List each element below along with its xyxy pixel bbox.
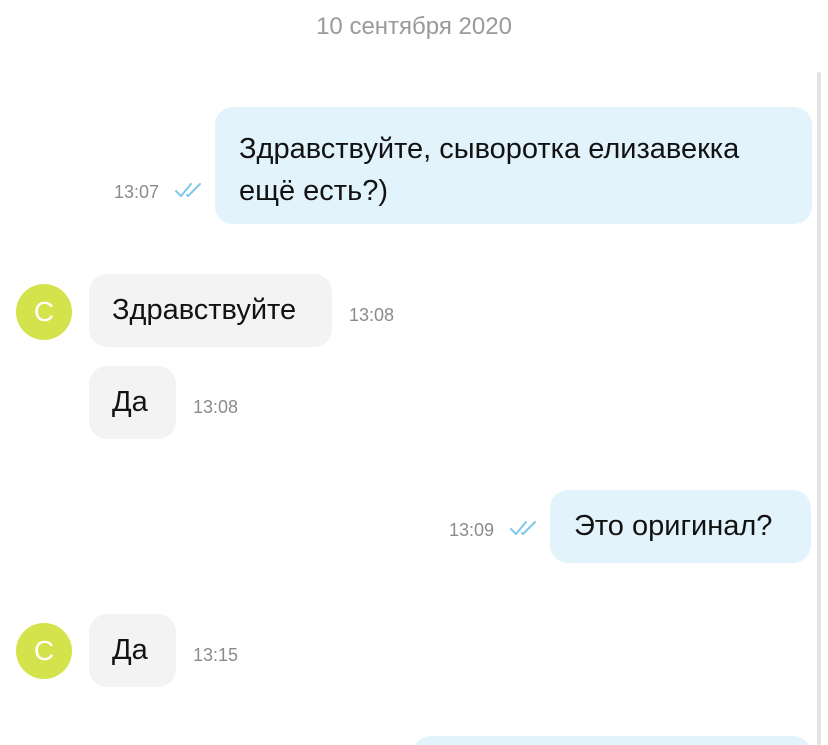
double-check-icon xyxy=(510,521,536,535)
outgoing-message-bubble[interactable] xyxy=(413,736,811,745)
avatar[interactable]: С xyxy=(16,623,72,679)
message-time: 13:15 xyxy=(193,645,239,665)
scrollbar[interactable] xyxy=(817,72,821,745)
message-time: 13:08 xyxy=(349,305,395,325)
outgoing-message-bubble[interactable]: Здравствуйте, сыворотка елизавекка ещё е… xyxy=(215,107,812,224)
incoming-message-bubble[interactable]: Здравствуйте xyxy=(89,274,332,347)
date-separator: 10 сентября 2020 xyxy=(316,13,512,40)
message-text: Да xyxy=(112,386,148,418)
avatar[interactable]: С xyxy=(16,284,72,340)
message-text: Да xyxy=(112,634,148,666)
message-text: Здравствуйте xyxy=(112,294,297,326)
double-check-icon xyxy=(175,183,201,197)
outgoing-message-bubble[interactable]: Это оригинал? xyxy=(550,490,811,563)
message-time: 13:07 xyxy=(114,182,160,202)
chat-view: 10 сентября 2020 13:07 Здравствуйте, сыв… xyxy=(0,0,828,745)
message-time: 13:09 xyxy=(449,520,495,540)
incoming-message-bubble[interactable]: Да xyxy=(89,366,176,439)
avatar-letter: С xyxy=(33,296,55,327)
incoming-message-bubble[interactable]: Да xyxy=(89,614,176,687)
avatar-letter: С xyxy=(33,635,55,666)
message-text: Здравствуйте, сыворотка елизавекка ещё е… xyxy=(239,133,740,207)
message-text: Это оригинал? xyxy=(574,510,773,542)
message-time: 13:08 xyxy=(193,397,239,417)
